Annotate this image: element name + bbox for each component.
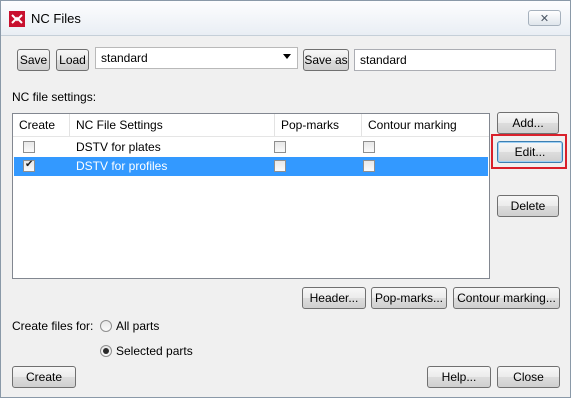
table-row[interactable]: DSTV for plates	[14, 138, 488, 157]
save-as-button[interactable]: Save as	[303, 49, 349, 71]
nc-settings-table[interactable]: Create NC File Settings Pop-marks Contou…	[12, 113, 490, 279]
header-divider	[13, 136, 489, 137]
add-button[interactable]: Add...	[497, 112, 559, 134]
close-icon: ✕	[539, 12, 550, 25]
create-checkbox[interactable]	[23, 159, 35, 172]
pop-marks-button[interactable]: Pop-marks...	[371, 287, 447, 309]
help-button[interactable]: Help...	[427, 366, 491, 388]
header-button[interactable]: Header...	[302, 287, 366, 309]
column-header-create[interactable]: Create	[13, 114, 70, 136]
close-window-button[interactable]: ✕	[528, 10, 561, 26]
title-bar: NC Files ✕	[1, 1, 570, 36]
column-header-contour-marking[interactable]: Contour marking	[362, 114, 489, 136]
column-header-nc-file-settings[interactable]: NC File Settings	[70, 114, 275, 136]
pop-marks-checkbox[interactable]	[274, 160, 286, 172]
contour-marking-button[interactable]: Contour marking...	[453, 287, 560, 309]
nc-setting-name: DSTV for plates	[76, 140, 161, 154]
all-parts-radio[interactable]	[100, 320, 112, 332]
column-header-pop-marks[interactable]: Pop-marks	[275, 114, 362, 136]
preset-combobox[interactable]: standard	[95, 47, 298, 69]
pop-marks-checkbox[interactable]	[274, 141, 286, 153]
app-icon	[9, 11, 25, 27]
all-parts-label[interactable]: All parts	[116, 319, 159, 333]
create-checkbox[interactable]	[23, 141, 35, 153]
nc-files-dialog: NC Files ✕ Save Load standard Save as st…	[0, 0, 571, 398]
load-button[interactable]: Load	[56, 49, 89, 71]
selected-parts-label[interactable]: Selected parts	[116, 344, 193, 358]
save-as-input[interactable]: standard	[354, 49, 556, 71]
nc-file-settings-label: NC file settings:	[12, 90, 97, 104]
selected-parts-radio[interactable]	[100, 345, 112, 357]
window-title: NC Files	[31, 11, 81, 26]
preset-value: standard	[101, 51, 148, 65]
chevron-down-icon	[283, 54, 291, 59]
create-button[interactable]: Create	[12, 366, 76, 388]
close-button[interactable]: Close	[497, 366, 560, 388]
table-row-selected[interactable]: DSTV for profiles	[14, 157, 488, 176]
contour-marking-checkbox[interactable]	[363, 141, 375, 153]
create-files-for-label: Create files for:	[12, 319, 94, 333]
contour-marking-checkbox[interactable]	[363, 160, 375, 172]
delete-button[interactable]: Delete	[497, 195, 559, 217]
highlight-box	[491, 134, 567, 169]
nc-setting-name: DSTV for profiles	[76, 159, 168, 173]
save-button[interactable]: Save	[17, 49, 50, 71]
